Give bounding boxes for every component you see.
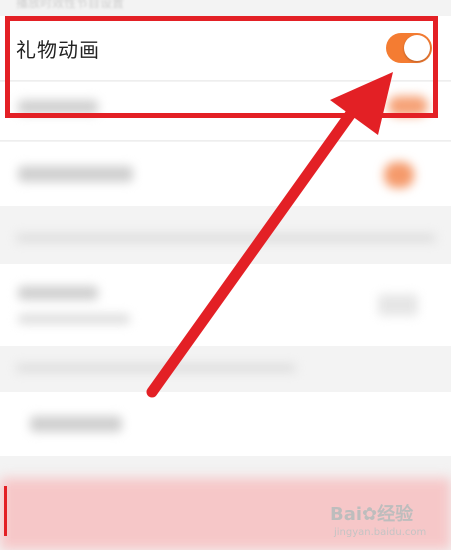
section-gap-2 <box>0 346 451 392</box>
watermark-brand-text: Bai <box>330 504 363 525</box>
setting-row-blurred-4[interactable] <box>0 392 451 456</box>
watermark-url: jingyan.baidu.com <box>334 527 427 538</box>
setting-row-gift-animation[interactable]: 礼物动画 <box>0 16 451 81</box>
toggle-knob <box>404 35 430 61</box>
gift-animation-toggle[interactable] <box>386 33 432 63</box>
section-hint-text: 播放时效性节目设置 <box>16 0 125 10</box>
setting-row-blurred-1[interactable] <box>0 82 451 141</box>
section-gap-1 <box>0 206 451 264</box>
setting-row-blurred-2[interactable] <box>0 142 451 206</box>
gift-animation-label: 礼物动画 <box>16 38 100 62</box>
setting-row-blurred-3[interactable] <box>0 264 451 346</box>
paw-icon: ✿ <box>362 504 378 525</box>
bottom-box-edge <box>4 486 7 536</box>
watermark-brand-suffix: 经验 <box>377 504 414 525</box>
watermark-brand: Bai✿经验 <box>330 500 413 526</box>
